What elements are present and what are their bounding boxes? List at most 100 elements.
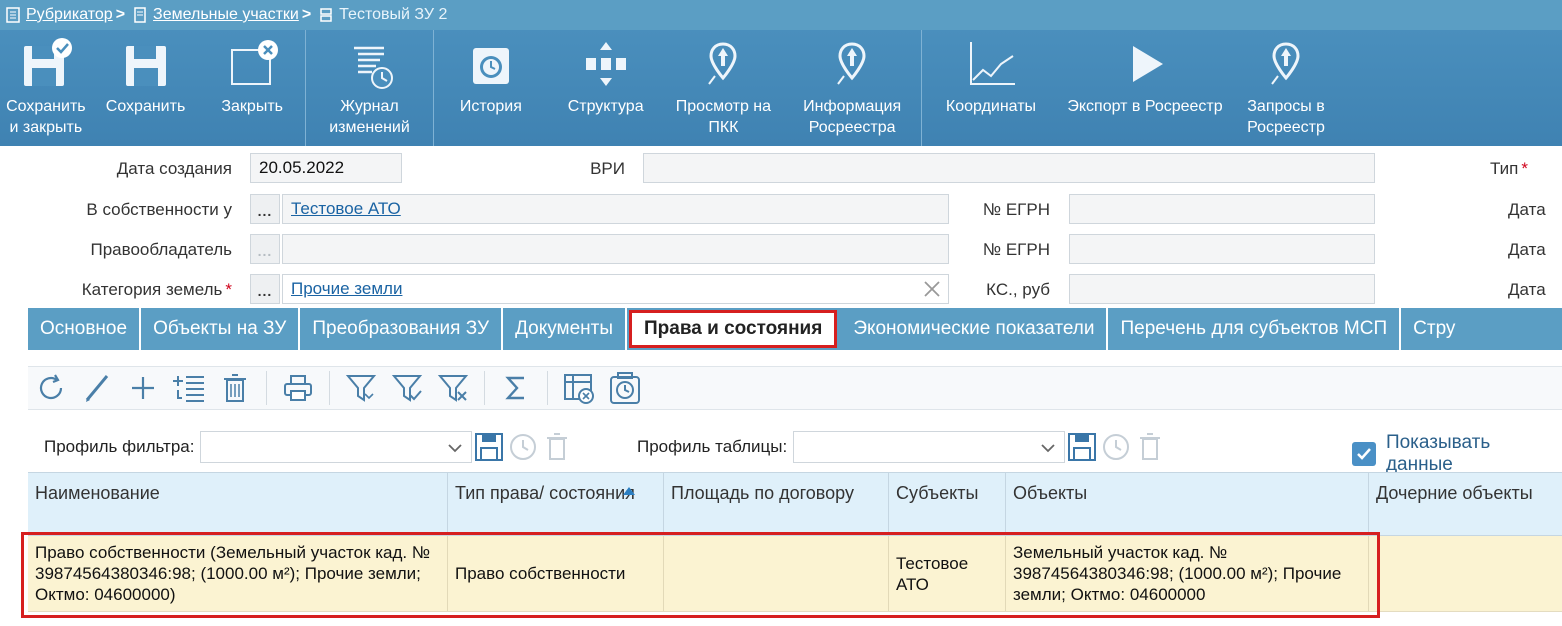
coordinates-label: Координаты — [945, 98, 1037, 115]
toolbar-group-log: Журнал изменений — [306, 30, 434, 146]
main-toolbar: Сохранить и закрыть Сохранить Закрыть Жу… — [0, 30, 1562, 146]
tab-plot-objects[interactable]: Объекты на ЗУ — [141, 308, 301, 350]
created-date-label: Дата создания — [116, 159, 232, 178]
column-header-right-type[interactable]: Тип права/ состояния — [448, 473, 664, 535]
land-category-picker-button[interactable]: ... — [250, 274, 280, 304]
reset-profile-icon[interactable] — [1099, 430, 1133, 464]
tab-main[interactable]: Основное — [28, 308, 142, 350]
edit-pencil-icon[interactable] — [74, 368, 120, 408]
coordinates-chart-icon — [963, 36, 1019, 92]
column-header-contract-area[interactable]: Площадь по договору — [664, 473, 889, 535]
add-icon[interactable] — [120, 368, 166, 408]
tab-transformations[interactable]: Преобразования ЗУ — [300, 308, 504, 350]
owner-link[interactable]: Тестовое АТО — [291, 199, 401, 218]
egrn-field-1[interactable] — [1069, 194, 1375, 224]
structure-button[interactable]: Структура — [548, 30, 664, 146]
structure-label: Структура — [567, 98, 644, 115]
reset-profile-icon[interactable] — [506, 430, 540, 464]
land-category-link[interactable]: Прочие земли — [291, 279, 402, 298]
view-pkk-button[interactable]: Просмотр на ПКК — [664, 30, 784, 146]
table-profile: Профиль таблицы: — [637, 430, 1167, 464]
tab-msp-list[interactable]: Перечень для субъектов МСП — [1108, 308, 1402, 350]
rosreestr-requests-button[interactable]: Запросы в Росреестр — [1230, 30, 1342, 146]
breadcrumb-rubricator-link[interactable]: Рубрикатор — [26, 6, 113, 24]
map-pin-icon — [1258, 36, 1314, 92]
show-data-checkbox[interactable]: Показывать данные — [1352, 432, 1562, 476]
map-pin-icon — [695, 36, 751, 92]
rights-holder-field[interactable] — [282, 234, 949, 264]
tab-rights-and-states[interactable]: Права и состояния — [629, 310, 838, 348]
close-button[interactable]: Закрыть — [199, 30, 305, 146]
created-date-field[interactable]: 20.05.2022 — [250, 153, 402, 183]
filter-apply-icon[interactable] — [384, 368, 430, 408]
save-profile-icon[interactable] — [1065, 430, 1099, 464]
coordinates-button[interactable]: Координаты — [922, 30, 1060, 146]
land-category-field[interactable]: Прочие земли — [282, 274, 949, 304]
date-label-2: Дата — [1508, 240, 1546, 259]
column-header-objects[interactable]: Объекты — [1006, 473, 1369, 535]
tab-economic-indicators[interactable]: Экономические показатели — [841, 308, 1109, 350]
filter-clear-icon[interactable] — [430, 368, 476, 408]
rubricator-icon — [6, 7, 20, 23]
save-profile-icon[interactable] — [472, 430, 506, 464]
print-icon[interactable] — [275, 368, 321, 408]
table-profile-select[interactable] — [793, 431, 1066, 463]
add-list-icon[interactable] — [166, 368, 212, 408]
column-header-subjects[interactable]: Субъекты — [889, 473, 1006, 535]
filter-profile-select[interactable] — [200, 431, 473, 463]
vri-field[interactable] — [643, 153, 1375, 183]
egrn-label-2: № ЕГРН — [982, 240, 1050, 259]
clear-icon[interactable] — [922, 279, 942, 299]
filter-profile: Профиль фильтра: — [44, 430, 574, 464]
land-category-label: Категория земель * — [81, 280, 232, 299]
type-label: Тип * — [1490, 159, 1528, 178]
delete-icon[interactable] — [212, 368, 258, 408]
filter-expand-icon[interactable] — [338, 368, 384, 408]
egrn-label-1: № ЕГРН — [982, 200, 1050, 219]
column-header-name[interactable]: Наименование — [28, 473, 448, 535]
cadastral-value-field[interactable] — [1069, 274, 1375, 304]
required-mark: * — [1521, 159, 1528, 178]
history-clock-icon[interactable] — [602, 368, 648, 408]
history-button[interactable]: История — [434, 30, 548, 146]
checkbox-checked-icon[interactable] — [1352, 442, 1376, 466]
toolbar-divider — [484, 371, 485, 405]
cell-right-type: Право собственности — [448, 536, 664, 611]
structure-icon — [578, 36, 634, 92]
cell-subjects: Тестовое АТО — [889, 536, 1006, 611]
chevron-down-icon — [1040, 440, 1056, 460]
save-button[interactable]: Сохранить — [92, 30, 200, 146]
toolbar-group-save: Сохранить и закрыть Сохранить Закрыть — [0, 30, 306, 146]
rosreestr-info-button[interactable]: Информация Росреестра — [783, 30, 921, 146]
export-rosreestr-button[interactable]: Экспорт в Росреестр — [1060, 30, 1230, 146]
required-mark: * — [225, 280, 232, 299]
column-header-child-objects[interactable]: Дочерние объекты — [1369, 473, 1562, 535]
breadcrumb: Рубрикатор > Земельные участки > Тестовы… — [0, 0, 1562, 30]
egrn-field-2[interactable] — [1069, 234, 1375, 264]
rights-table: Наименование Тип права/ состояния Площад… — [28, 472, 1562, 612]
sum-icon[interactable] — [493, 368, 539, 408]
breadcrumb-land-plots-link[interactable]: Земельные участки — [153, 6, 299, 24]
delete-profile-icon[interactable] — [540, 430, 574, 464]
chevron-down-icon — [447, 440, 463, 460]
tab-documents[interactable]: Документы — [503, 308, 628, 350]
history-label: История — [459, 98, 522, 115]
delete-profile-icon[interactable] — [1133, 430, 1167, 464]
table-row[interactable]: Право собственности (Земельный участок к… — [28, 536, 1562, 612]
toolbar-group-rosreestr: Координаты Экспорт в Росреестр Запросы в… — [922, 30, 1342, 146]
rosreestr-info-label: Информация Росреестра — [803, 98, 902, 136]
table-profile-label: Профиль таблицы: — [637, 437, 788, 456]
cadastral-value-label: КС., руб — [986, 280, 1050, 299]
table-settings-icon[interactable] — [556, 368, 602, 408]
change-log-button[interactable]: Журнал изменений — [306, 30, 433, 146]
breadcrumb-separator: > — [301, 6, 312, 23]
refresh-icon[interactable] — [28, 368, 74, 408]
owner-picker-button[interactable]: ... — [250, 194, 280, 224]
toolbar-divider — [266, 371, 267, 405]
save-and-close-button[interactable]: Сохранить и закрыть — [0, 30, 92, 146]
owner-field[interactable]: Тестовое АТО — [282, 194, 949, 224]
rights-holder-label: Правообладатель — [90, 240, 233, 259]
rights-holder-picker-button[interactable]: ... — [250, 234, 280, 264]
tab-structure[interactable]: Стру — [1401, 308, 1467, 350]
play-icon — [1117, 36, 1173, 92]
